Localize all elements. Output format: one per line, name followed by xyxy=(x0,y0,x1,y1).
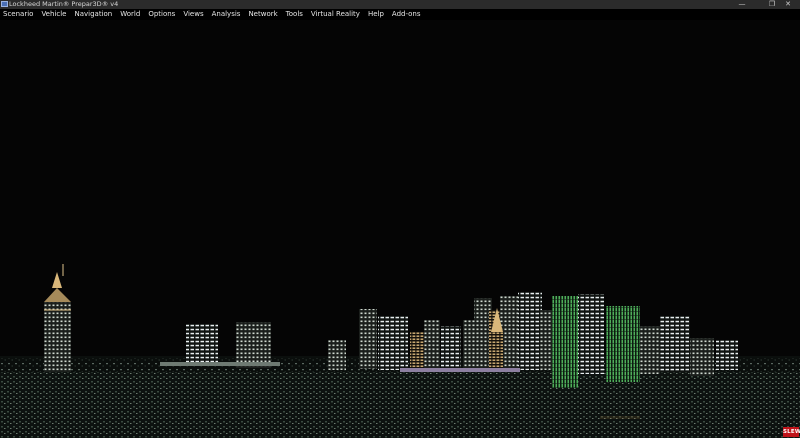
menu-network[interactable]: Network xyxy=(244,9,281,20)
menu-world[interactable]: World xyxy=(116,9,144,20)
slew-indicator: SLEW xyxy=(783,427,800,437)
tower-s xyxy=(660,316,690,372)
tower-o xyxy=(552,296,578,388)
tower-n xyxy=(540,310,554,370)
menu-add-ons[interactable]: Add-ons xyxy=(388,9,425,20)
minimize-icon: — xyxy=(738,0,746,8)
close-button[interactable]: ✕ xyxy=(776,0,800,9)
night-city-skyline xyxy=(0,20,800,438)
foreground-blocks xyxy=(0,400,800,438)
spire-tower-body xyxy=(491,332,503,370)
tower-c xyxy=(328,340,346,370)
tower-m xyxy=(518,292,542,370)
menu-analysis[interactable]: Analysis xyxy=(208,9,245,20)
menu-scenario[interactable]: Scenario xyxy=(0,9,37,20)
menu-bar: Scenario Vehicle Navigation World Option… xyxy=(0,9,800,20)
street-glow-center xyxy=(400,368,520,372)
tower-r xyxy=(640,326,660,374)
tower-t xyxy=(690,338,714,376)
tower-q xyxy=(606,306,640,382)
menu-help[interactable]: Help xyxy=(364,9,388,20)
maximize-icon: ❐ xyxy=(768,0,776,8)
tower-d xyxy=(359,309,377,369)
tower-u xyxy=(716,340,738,370)
app-icon xyxy=(1,1,8,7)
menu-views[interactable]: Views xyxy=(179,9,207,20)
close-icon: ✕ xyxy=(785,0,791,8)
street-glow-left xyxy=(160,362,280,366)
tower-a xyxy=(186,324,218,364)
tower-p xyxy=(578,294,604,374)
minimize-button[interactable]: — xyxy=(730,0,754,9)
menu-tools[interactable]: Tools xyxy=(282,9,307,20)
tower-e xyxy=(378,316,408,370)
menu-virtual-reality[interactable]: Virtual Reality xyxy=(307,9,364,20)
window-title: Lockheed Martin® Prepar3D® v4 xyxy=(9,0,119,8)
docomo-tower-body xyxy=(44,302,71,372)
tower-g xyxy=(424,320,440,368)
menu-navigation[interactable]: Navigation xyxy=(70,9,116,20)
menu-vehicle[interactable]: Vehicle xyxy=(37,9,70,20)
tower-b xyxy=(236,322,271,368)
simulator-3d-view[interactable]: SLEW xyxy=(0,20,800,438)
menu-options[interactable]: Options xyxy=(144,9,179,20)
tower-h xyxy=(441,326,461,370)
window-titlebar[interactable]: Lockheed Martin® Prepar3D® v4 — ❐ ✕ xyxy=(0,0,800,9)
